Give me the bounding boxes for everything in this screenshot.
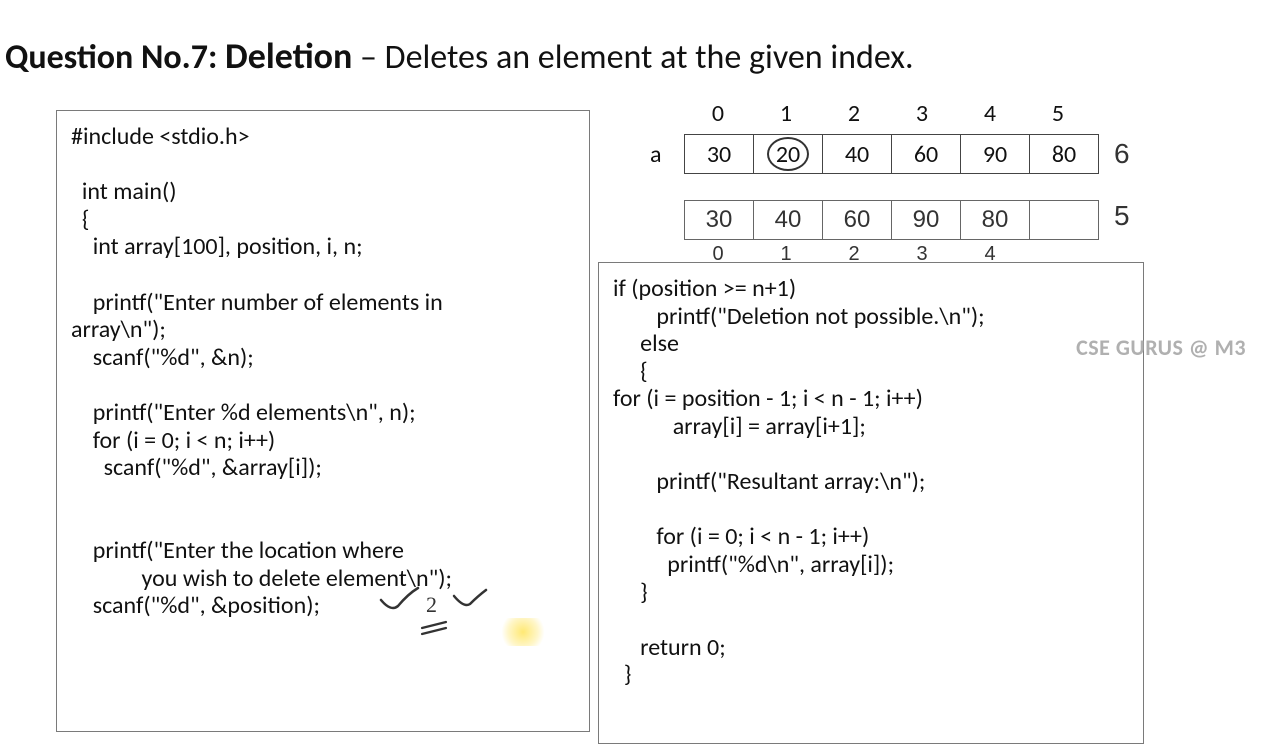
cell-4: 90	[961, 135, 1030, 174]
array-row-original: 30 20 40 60 90 80	[684, 134, 1099, 174]
idx-1: 1	[752, 98, 820, 129]
circle-annotation	[767, 137, 809, 171]
watermark: CSE GURUS @ M3	[1076, 334, 1246, 361]
array-label: a	[650, 140, 662, 169]
title-prefix: Question No.7:	[5, 37, 225, 78]
question-title: Question No.7: Deletion – Deletes an ele…	[5, 34, 914, 78]
hand-count-5: 5	[1114, 200, 1130, 232]
cell-3: 60	[892, 135, 961, 174]
idx-4: 4	[956, 98, 1024, 129]
cell-5: 80	[1030, 135, 1099, 174]
hand-count-6: 6	[1114, 138, 1130, 170]
idx-2: 2	[820, 98, 888, 129]
res-0: 30	[685, 201, 754, 240]
cell-1-circled: 20	[754, 135, 823, 174]
idx-0: 0	[684, 98, 752, 129]
cell-0: 30	[685, 135, 754, 174]
code-box-right: if (position >= n+1) printf("Deletion no…	[598, 262, 1144, 744]
handwritten-check-icon: 2	[376, 582, 496, 642]
res-3: 90	[892, 201, 961, 240]
title-deletion: Deletion	[225, 34, 352, 78]
res-1: 40	[754, 201, 823, 240]
idx-5: 5	[1024, 98, 1092, 129]
res-5	[1030, 201, 1099, 240]
res-2: 60	[823, 201, 892, 240]
hand-value-2: 2	[426, 592, 437, 617]
title-suffix: – Deletes an element at the given index.	[352, 37, 913, 78]
cell-2: 40	[823, 135, 892, 174]
idx-3: 3	[888, 98, 956, 129]
res-4: 80	[961, 201, 1030, 240]
array-row-result: 30 40 60 90 80	[684, 200, 1099, 240]
pointer-highlight	[500, 618, 546, 646]
array-index-row: 0 1 2 3 4 5	[684, 98, 1092, 129]
